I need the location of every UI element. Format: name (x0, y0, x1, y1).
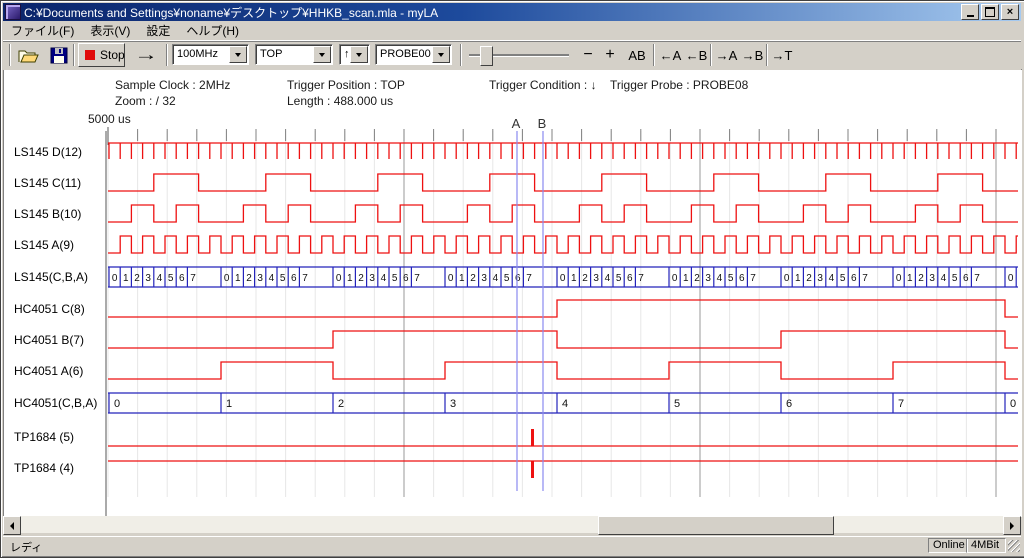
menu-file[interactable]: ファイル(F) (3, 20, 82, 41)
trigger-probe-value: PROBE00 (380, 48, 433, 60)
menu-help[interactable]: ヘルプ(H) (178, 20, 247, 41)
chevron-down-icon[interactable] (313, 46, 331, 63)
sample-clock-info: Sample Clock : 2MHz (115, 78, 230, 92)
move-cursor-a-left-button[interactable]: ←A (658, 45, 683, 65)
window-title: C:¥Documents and Settings¥noname¥デスクトップ¥… (24, 4, 961, 21)
time-scale-label: 5000 us (88, 112, 131, 126)
zoom-in-button[interactable]: + (601, 45, 619, 65)
stop-icon (85, 50, 95, 60)
zoom-info: Zoom : / 32 (115, 94, 176, 108)
channel-label: HC4051 A(6) (14, 363, 83, 379)
save-button[interactable] (47, 46, 71, 65)
channel-label: HC4051(C,B,A) (14, 395, 97, 411)
menu-view[interactable]: 表示(V) (82, 20, 138, 41)
chevron-down-icon[interactable] (350, 46, 368, 63)
menu-bar: ファイル(F) 表示(V) 設定 ヘルプ(H) (3, 21, 1021, 40)
title-bar: C:¥Documents and Settings¥noname¥デスクトップ¥… (3, 3, 1021, 21)
channel-label: LS145 D(12) (14, 144, 82, 160)
arrow-left-icon (10, 522, 14, 530)
toolbar-separator (166, 44, 168, 66)
sample-clock-value: 100MHz (177, 48, 230, 60)
status-message: レディ (10, 539, 42, 555)
memory-status: 4MBit (966, 538, 1006, 553)
scroll-left-button[interactable] (3, 516, 21, 535)
toolbar-grip (9, 44, 11, 66)
channel-label: HC4051 C(8) (14, 301, 85, 317)
chevron-down-icon[interactable] (229, 46, 247, 63)
channel-label: TP1684 (5) (14, 429, 74, 445)
channel-label: LS145 A(9) (14, 237, 74, 253)
trigger-position-info: Trigger Position : TOP (287, 78, 405, 92)
close-icon: × (1007, 6, 1013, 18)
maximize-button[interactable] (981, 4, 999, 20)
channel-label: TP1684 (4) (14, 460, 74, 476)
trigger-edge-combo[interactable]: ↑ (339, 44, 370, 65)
trigger-condition-info: Trigger Condition : ↓ (489, 78, 597, 92)
chevron-down-icon[interactable] (432, 46, 450, 63)
channel-label: LS145 B(10) (14, 206, 81, 222)
scrollbar-thumb[interactable] (598, 516, 834, 535)
status-bar: レディ Online 4MBit (3, 536, 1021, 554)
trigger-probe-info: Trigger Probe : PROBE08 (610, 78, 748, 92)
minimize-button[interactable] (961, 4, 979, 20)
channel-label: LS145 C(11) (14, 175, 81, 191)
scroll-right-button[interactable] (1003, 516, 1021, 535)
trigger-probe-combo[interactable]: PROBE00 (375, 44, 452, 65)
toolbar-separator (73, 44, 75, 66)
trigger-position-combo[interactable]: TOP (255, 44, 333, 65)
zoom-slider-thumb[interactable] (480, 46, 493, 66)
open-file-button[interactable] (17, 46, 41, 65)
sample-clock-combo[interactable]: 100MHz (172, 44, 249, 65)
toolbar: Stop → 100MHz TOP ↑ PROBE00 − + AB ←A ←B… (3, 40, 1021, 70)
resize-grip[interactable] (1008, 540, 1020, 552)
trigger-position-value: TOP (260, 48, 314, 60)
close-button[interactable]: × (1001, 4, 1019, 20)
minimize-icon (967, 15, 974, 17)
move-cursor-b-right-button[interactable]: →B (740, 45, 765, 65)
stop-button[interactable]: Stop (78, 43, 125, 67)
single-run-button[interactable]: → (125, 45, 167, 65)
zoom-out-button[interactable]: − (579, 45, 597, 65)
toolbar-separator (460, 44, 462, 66)
toolbar-separator (710, 44, 712, 66)
channel-label: HC4051 B(7) (14, 332, 84, 348)
move-cursor-a-right-button[interactable]: →A (714, 45, 739, 65)
zoom-ab-button[interactable]: AB (625, 45, 649, 65)
menu-settings[interactable]: 設定 (138, 20, 178, 41)
waveform-panel[interactable] (3, 69, 1022, 517)
length-info: Length : 488.000 us (287, 94, 393, 108)
app-icon (5, 4, 21, 20)
horizontal-scrollbar[interactable] (3, 516, 1021, 533)
goto-trigger-button[interactable]: →T (770, 45, 794, 65)
toolbar-separator (766, 44, 768, 66)
arrow-right-icon (1010, 522, 1014, 530)
maximize-icon (985, 7, 995, 17)
open-folder-icon (21, 55, 38, 62)
stop-label: Stop (100, 48, 125, 62)
channel-label: LS145(C,B,A) (14, 269, 88, 285)
online-status: Online (928, 538, 968, 553)
toolbar-separator (653, 44, 655, 66)
move-cursor-b-left-button[interactable]: ←B (684, 45, 709, 65)
